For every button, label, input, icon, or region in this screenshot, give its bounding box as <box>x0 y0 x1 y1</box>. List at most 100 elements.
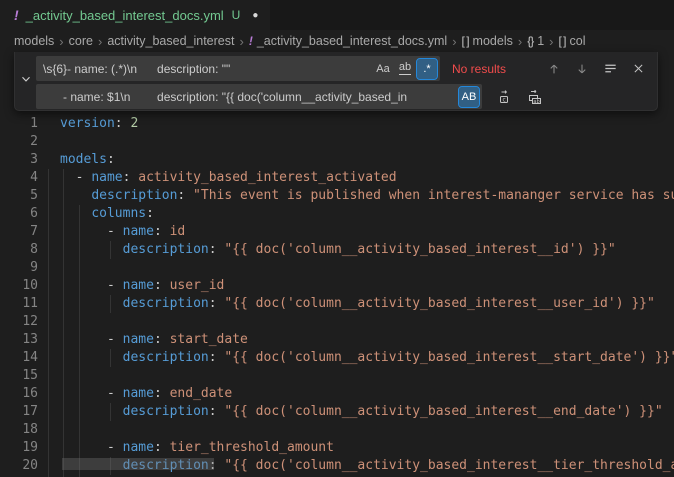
line-number: 4 <box>0 169 38 187</box>
code-text: models: <box>60 151 115 169</box>
code-text: description: "{{ doc('column__activity_b… <box>60 349 674 367</box>
breadcrumb-item[interactable]: core <box>69 34 93 48</box>
breadcrumb-item[interactable]: ! _activity_based_interest_docs.yml <box>249 34 447 48</box>
preserve-case-toggle[interactable]: AB <box>459 87 479 107</box>
indent-guide <box>110 241 111 259</box>
code-line[interactable]: 1version: 2 <box>0 115 674 133</box>
code-line[interactable]: 19 - name: tier_threshold_amount <box>0 439 674 457</box>
replace-input-wrap: AB <box>36 84 482 109</box>
line-number: 14 <box>0 349 38 367</box>
line-number: 13 <box>0 331 38 349</box>
vscode-window: ! _activity_based_interest_docs.yml U ● … <box>0 0 674 477</box>
line-number: 7 <box>0 223 38 241</box>
next-match-button[interactable] <box>571 58 593 80</box>
code-line[interactable]: 9 <box>0 259 674 277</box>
file-flag-icon: ! <box>249 34 253 48</box>
breadcrumb-item[interactable]: [ ] col <box>559 34 586 48</box>
breadcrumb-label: activity_based_interest <box>107 34 234 48</box>
indent-guide <box>63 169 64 477</box>
tab-title: _activity_based_interest_docs.yml <box>26 8 224 23</box>
line-number: 20 <box>0 457 38 475</box>
git-status-badge: U <box>232 8 241 22</box>
breadcrumb-item[interactable]: models <box>14 34 54 48</box>
symbol-object-icon: {} <box>527 34 533 48</box>
code-line[interactable]: 14 description: "{{ doc('column__activit… <box>0 349 674 367</box>
dirty-indicator-icon[interactable]: ● <box>252 10 258 21</box>
code-text: version: 2 <box>60 115 138 133</box>
breadcrumb-item[interactable]: activity_based_interest <box>107 34 234 48</box>
whole-word-toggle[interactable]: ab <box>395 59 415 79</box>
editor-code-area[interactable]: 1version: 223models:4 - name: activity_b… <box>0 115 674 477</box>
breadcrumb-label: models <box>14 34 54 48</box>
code-line[interactable]: 12 <box>0 313 674 331</box>
chevron-right-icon: › <box>518 34 522 49</box>
line-number: 17 <box>0 403 38 421</box>
code-line[interactable]: 8 description: "{{ doc('column__activity… <box>0 241 674 259</box>
line-number: 18 <box>0 421 38 439</box>
code-line[interactable]: 6 columns: <box>0 205 674 223</box>
line-number: 10 <box>0 277 38 295</box>
code-line[interactable]: 5 description: "This event is published … <box>0 187 674 205</box>
line-number: 9 <box>0 259 38 277</box>
svg-text:c: c <box>502 96 506 103</box>
breadcrumb-label: core <box>69 34 93 48</box>
code-text: - name: tier_threshold_amount <box>60 439 334 457</box>
code-line[interactable]: 17 description: "{{ doc('column__activit… <box>0 403 674 421</box>
code-text: - name: end_date <box>60 385 232 403</box>
code-line[interactable]: 13 - name: start_date <box>0 331 674 349</box>
find-input-wrap: Aa ab .* <box>36 56 440 81</box>
code-text: columns: <box>60 205 154 223</box>
indent-guide <box>79 205 80 477</box>
breadcrumb-label: col <box>570 34 586 48</box>
chevron-right-icon: › <box>59 34 63 49</box>
chevron-right-icon: › <box>98 34 102 49</box>
find-in-selection-button[interactable] <box>599 58 621 80</box>
find-input[interactable] <box>43 62 371 76</box>
indent-guide <box>110 349 111 367</box>
indent-guide <box>110 403 111 421</box>
code-text: - name: user_id <box>60 277 224 295</box>
find-replace-widget: Aa ab .* No results <box>14 52 658 111</box>
line-number: 8 <box>0 241 38 259</box>
line-number: 3 <box>0 151 38 169</box>
line-number: 15 <box>0 367 38 385</box>
code-line[interactable]: 16 - name: end_date <box>0 385 674 403</box>
breadcrumb-label: 1 <box>537 34 544 48</box>
code-line[interactable]: 18 <box>0 421 674 439</box>
toggle-replace-button[interactable] <box>15 52 36 110</box>
symbol-array-icon: [ ] <box>462 34 469 48</box>
match-case-toggle[interactable]: Aa <box>373 59 393 79</box>
line-number: 16 <box>0 385 38 403</box>
code-line[interactable]: 10 - name: user_id <box>0 277 674 295</box>
code-line[interactable]: 3 models: <box>0 151 674 169</box>
code-line[interactable]: 15 <box>0 367 674 385</box>
code-line[interactable]: 2 <box>0 133 674 151</box>
code-text: description: "This event is published wh… <box>60 187 674 205</box>
symbol-array-icon: [ ] <box>559 34 566 48</box>
breadcrumb-item[interactable]: [ ] models <box>462 34 513 48</box>
regex-toggle[interactable]: .* <box>417 59 437 79</box>
find-status-text: No results <box>452 62 506 76</box>
replace-button[interactable]: c <box>494 86 516 108</box>
tab-active[interactable]: ! _activity_based_interest_docs.yml U ● <box>0 0 270 30</box>
line-number: 5 <box>0 187 38 205</box>
code-line[interactable]: 7 - name: id <box>0 223 674 241</box>
previous-match-button[interactable] <box>543 58 565 80</box>
chevron-down-icon <box>19 72 33 91</box>
replace-all-button[interactable]: ab <box>524 86 546 108</box>
breadcrumb-item[interactable]: {} 1 <box>527 34 544 48</box>
breadcrumb-label: _activity_based_interest_docs.yml <box>257 34 447 48</box>
code-text: description: "{{ doc('column__activity_b… <box>60 241 616 259</box>
indent-guide <box>110 295 111 313</box>
breadcrumb-label: models <box>473 34 513 48</box>
code-text: description: "{{ doc('column__activity_b… <box>60 403 663 421</box>
code-text: - name: activity_based_interest_activate… <box>60 169 397 187</box>
code-text: description: "{{ doc('column__activity_b… <box>60 295 655 313</box>
code-line[interactable]: 4 - name: activity_based_interest_activa… <box>0 169 674 187</box>
code-line[interactable]: 11 description: "{{ doc('column__activit… <box>0 295 674 313</box>
line-number: 12 <box>0 313 38 331</box>
horizontal-scrollbar[interactable] <box>62 458 214 470</box>
close-icon[interactable] <box>627 58 649 80</box>
replace-input[interactable] <box>43 90 457 104</box>
chevron-right-icon: › <box>549 34 553 49</box>
